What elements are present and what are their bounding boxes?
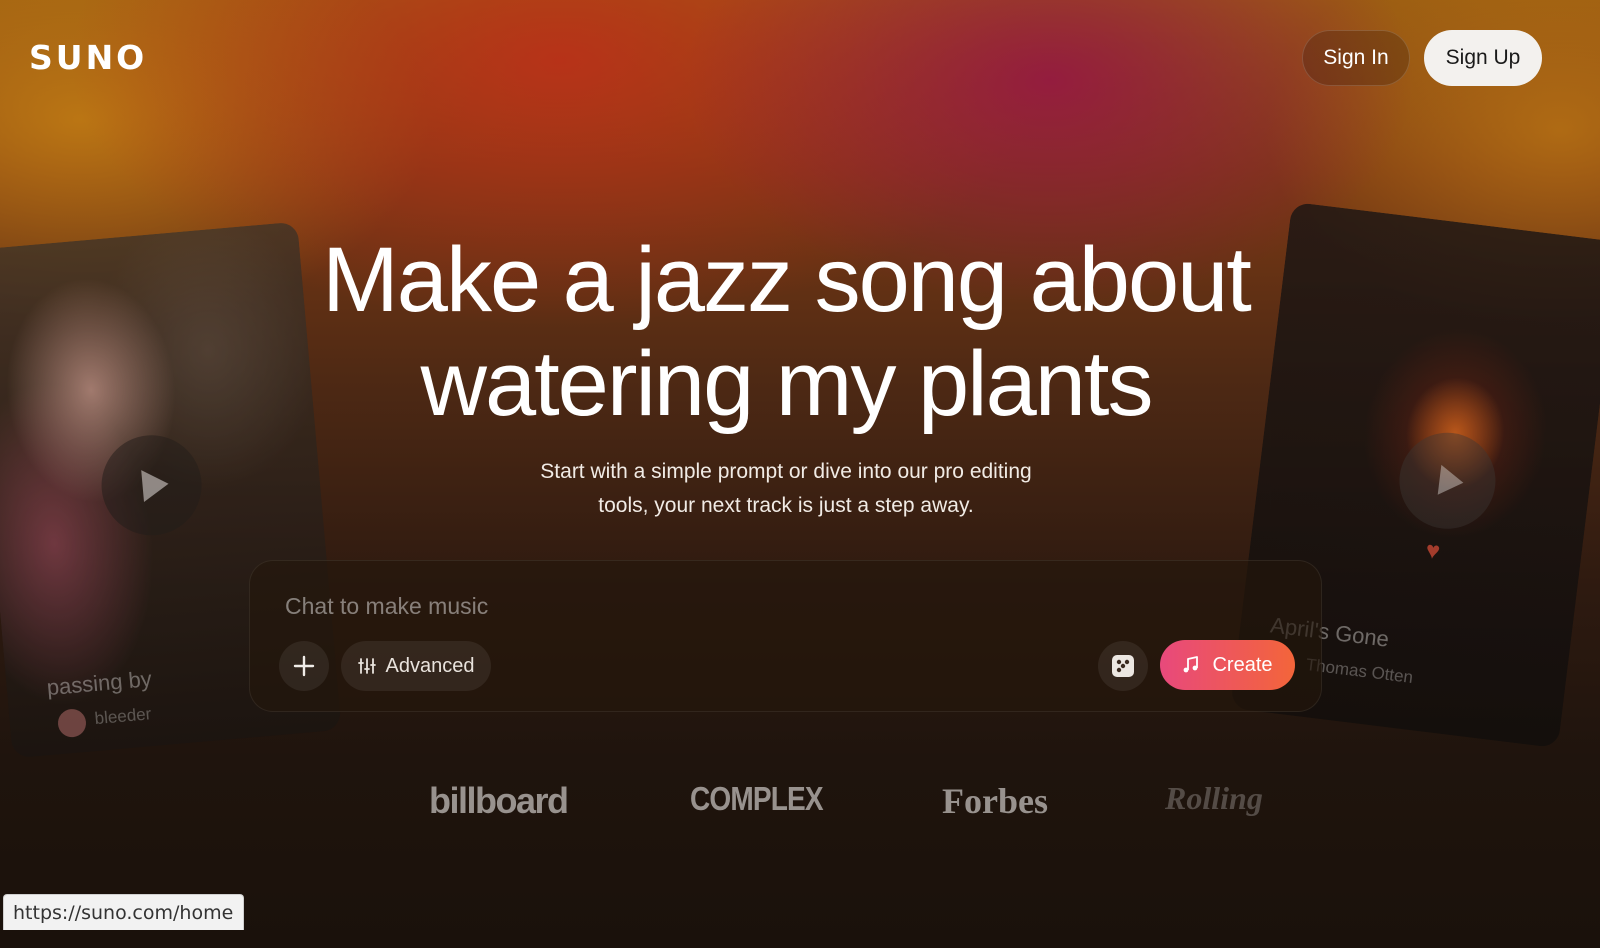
dice-icon xyxy=(1112,655,1134,677)
create-label: Create xyxy=(1212,653,1273,676)
song-title: passing by xyxy=(45,666,153,701)
advanced-button[interactable]: Advanced xyxy=(341,641,491,691)
status-bar-url: https://suno.com/home xyxy=(3,894,245,930)
advanced-label: Advanced xyxy=(385,654,475,677)
chat-input[interactable] xyxy=(283,589,1043,623)
hero-title-line: Make a jazz song about xyxy=(322,229,1252,331)
music-note-icon xyxy=(1184,656,1199,673)
page: SUNO Sign In Sign Up passing by bleeder … xyxy=(0,0,1600,948)
heart-icon: ♥ xyxy=(1424,536,1442,566)
hero-subtitle-line: tools, your next track is just a step aw… xyxy=(598,494,974,517)
add-button[interactable] xyxy=(279,641,329,691)
suno-logo[interactable]: SUNO xyxy=(29,38,147,77)
hero-title-line: watering my plants xyxy=(420,333,1154,435)
hero-subtitle-line: Start with a simple prompt or dive into … xyxy=(540,460,1032,483)
rolling-stone-logo: Rolling xyxy=(1165,780,1263,816)
sign-up-button[interactable]: Sign Up xyxy=(1424,30,1542,86)
complex-logo: COMPLEX xyxy=(690,780,824,817)
billboard-logo: billboard xyxy=(429,780,569,821)
random-prompt-button[interactable] xyxy=(1098,641,1148,691)
plus-icon xyxy=(293,655,315,677)
hero-title: Make a jazz song about watering my plant… xyxy=(0,228,1572,436)
forbes-logo: Forbes xyxy=(942,781,1048,821)
song-artist: bleeder xyxy=(93,704,153,729)
create-button[interactable]: Create xyxy=(1160,640,1295,690)
sign-in-button[interactable]: Sign In xyxy=(1302,30,1410,86)
artist-avatar xyxy=(56,707,88,739)
hero-subtitle: Start with a simple prompt or dive into … xyxy=(0,455,1572,523)
sliders-icon xyxy=(357,658,376,674)
chat-composer: Advanced Create xyxy=(249,560,1322,712)
